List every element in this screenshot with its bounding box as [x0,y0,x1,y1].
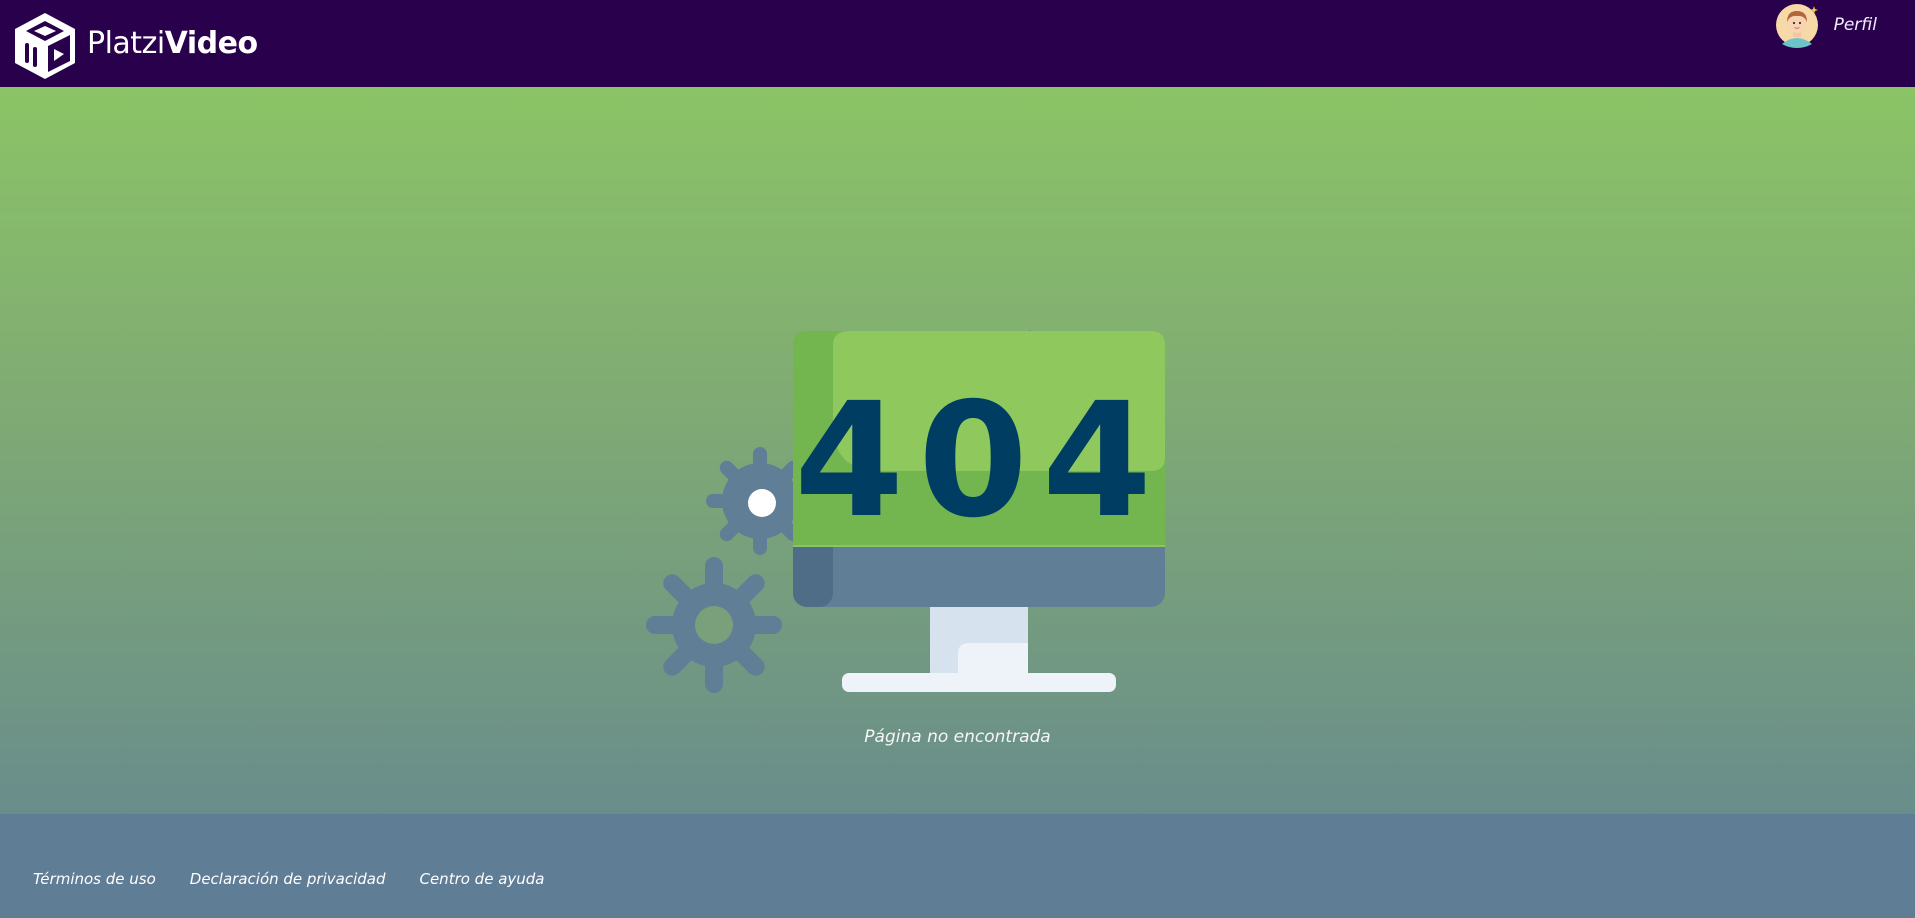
monitor-gears-illustration-icon: 404 [646,330,1166,693]
main-content: 404 Página no encontrada [0,87,1915,814]
profile-menu[interactable]: Perfil [1774,0,1877,50]
header: PlatziVideo Perfil [0,0,1915,87]
not-found-message: Página no encontrada [864,727,1051,747]
bottom-gear-icon [646,557,782,693]
footer-links: Términos de uso Declaración de privacida… [33,870,545,888]
terms-link[interactable]: Términos de uso [33,870,156,888]
platzi-video-logo-icon[interactable] [12,11,78,81]
avatar-icon[interactable] [1774,2,1820,48]
privacy-link[interactable]: Declaración de privacidad [190,870,386,888]
brand-name-part2: Video [164,26,258,61]
error-code: 404 [794,369,1166,553]
help-center-link[interactable]: Centro de ayuda [419,870,544,888]
footer: Términos de uso Declaración de privacida… [0,814,1915,918]
monitor-base [842,673,1116,692]
brand-name-part1: Platzi [87,26,165,61]
profile-label[interactable]: Perfil [1834,15,1877,35]
brand-name[interactable]: PlatziVideo [87,26,258,62]
